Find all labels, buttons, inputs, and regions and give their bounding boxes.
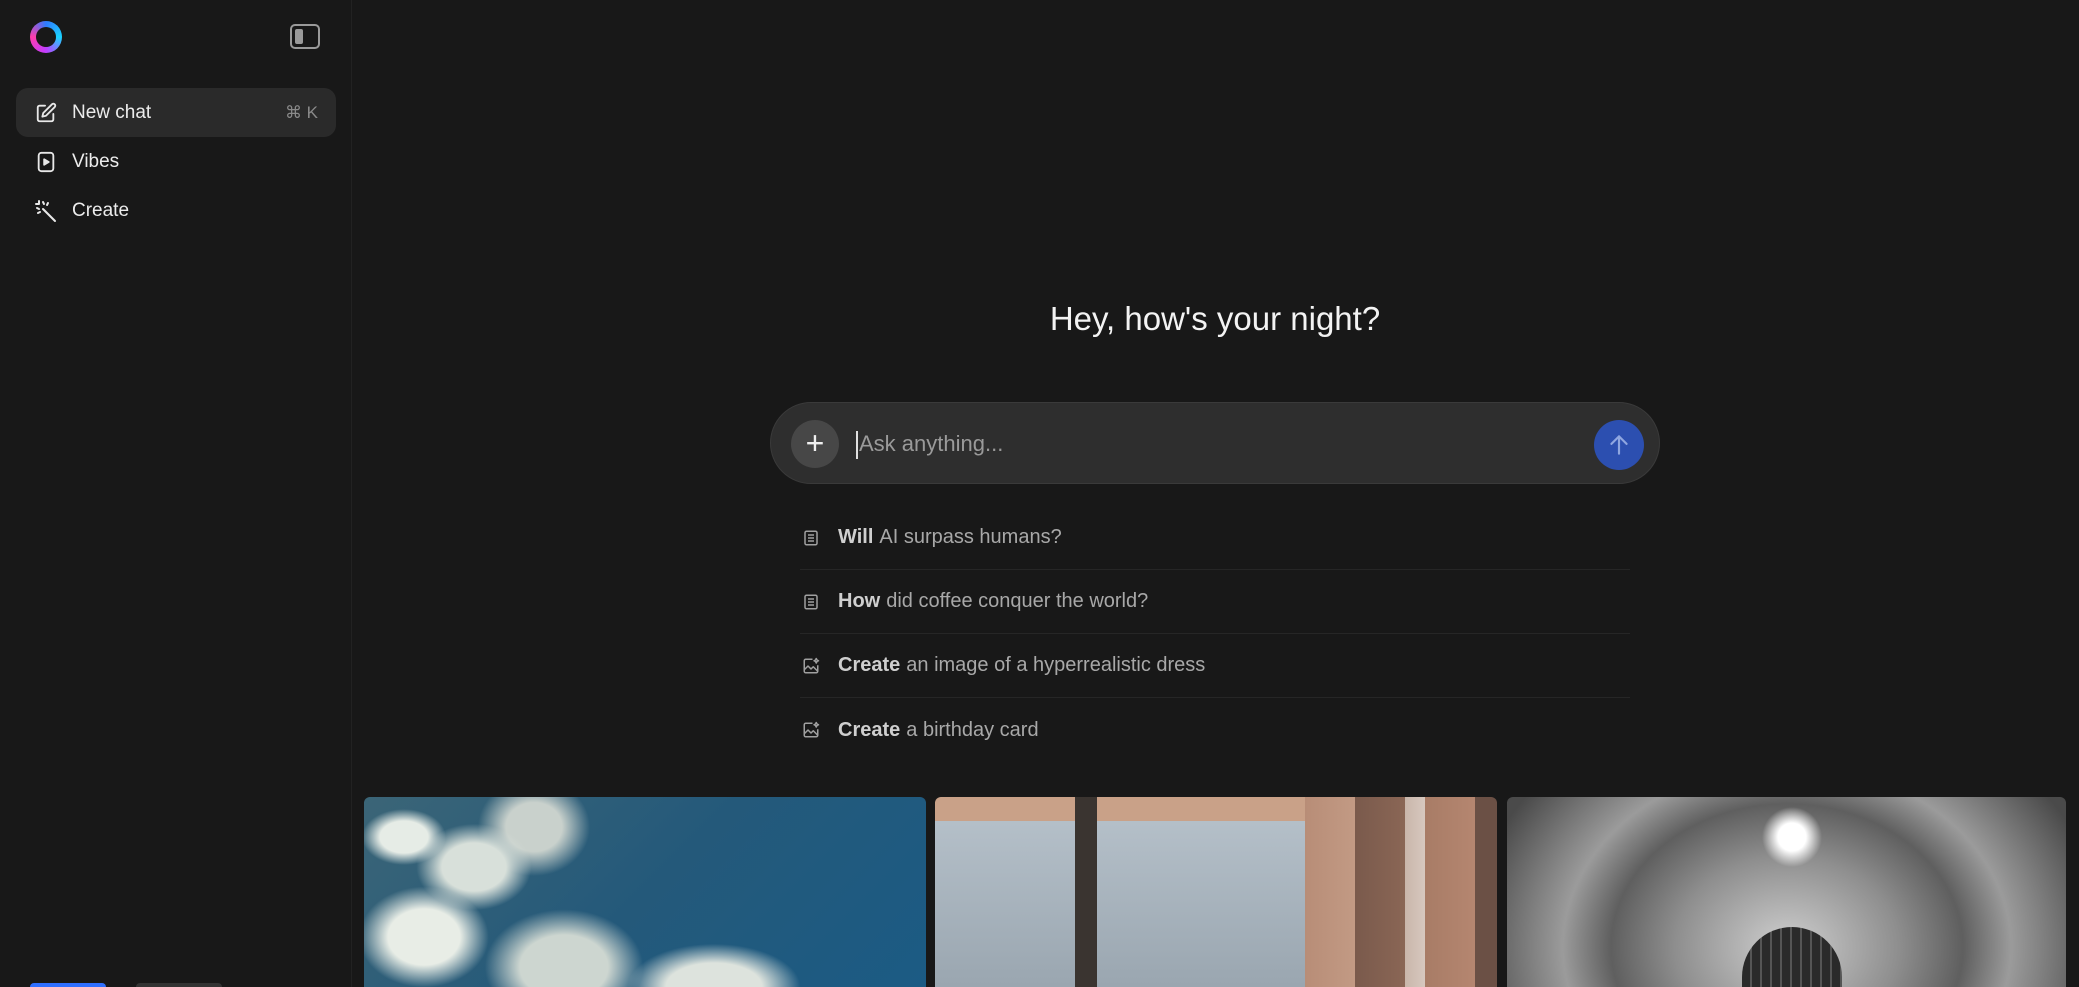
keyboard-shortcut: ⌘ K (284, 102, 318, 122)
suggestion-list: Will AI surpass humans? How did coffee c… (800, 506, 1630, 762)
sidebar-item-label: Vibes (72, 150, 120, 172)
gallery-card-building[interactable] (935, 797, 1497, 987)
suggestion-lead: Create (838, 654, 901, 676)
sidebar-item-new-chat[interactable]: New chat ⌘ K (16, 88, 336, 137)
suggestion-text: AI surpass humans? (879, 526, 1062, 548)
send-button[interactable] (1594, 420, 1644, 470)
greeting-heading: Hey, how's your night? (1049, 300, 1381, 337)
suggestion-item[interactable]: How did coffee conquer the world? (800, 570, 1630, 634)
sidebar: New chat ⌘ K Vibes Create (0, 0, 352, 987)
sidebar-footer-secondary-button[interactable] (136, 983, 222, 987)
sidebar-toggle-icon[interactable] (290, 24, 320, 49)
suggestion-lead: Will (838, 526, 874, 548)
suggestion-text: a birthday card (906, 718, 1039, 741)
sidebar-item-label: New chat (72, 101, 152, 123)
sidebar-item-create[interactable]: Create (16, 186, 336, 235)
image-sparkle-icon (802, 718, 826, 742)
plus-icon: + (805, 425, 825, 461)
gallery-card-portrait[interactable] (1507, 797, 2066, 987)
meta-ai-logo-icon[interactable] (30, 21, 62, 53)
edit-icon (34, 101, 58, 125)
sidebar-item-label: Create (72, 199, 130, 221)
magic-wand-icon (34, 199, 58, 223)
chat-input[interactable] (857, 423, 1537, 465)
sidebar-footer-primary-button[interactable] (30, 983, 106, 987)
document-icon (802, 526, 826, 550)
chat-composer: + (770, 402, 1660, 484)
sidebar-nav: New chat ⌘ K Vibes Create (16, 88, 336, 235)
image-sparkle-icon (802, 654, 826, 678)
suggestion-item[interactable]: Create an image of a hyperrealistic dres… (800, 634, 1630, 698)
app-window: New chat ⌘ K Vibes Create Hey, how's you… (0, 0, 2079, 987)
document-icon (802, 590, 826, 614)
suggestion-lead: Create (838, 718, 901, 741)
add-attachment-button[interactable]: + (791, 420, 839, 468)
media-gallery (364, 797, 2066, 987)
suggestion-lead: How (838, 590, 881, 612)
suggestion-item[interactable]: Will AI surpass humans? (800, 506, 1630, 570)
gallery-card-clouds[interactable] (364, 797, 926, 987)
video-play-icon (34, 150, 58, 174)
arrow-up-icon (1610, 435, 1628, 455)
suggestion-text: did coffee conquer the world? (886, 590, 1149, 612)
suggestion-text: an image of a hyperrealistic dress (906, 654, 1206, 676)
braided-hair (1742, 927, 1842, 987)
sidebar-item-vibes[interactable]: Vibes (16, 137, 336, 186)
suggestion-item[interactable]: Create a birthday card (800, 698, 1630, 762)
